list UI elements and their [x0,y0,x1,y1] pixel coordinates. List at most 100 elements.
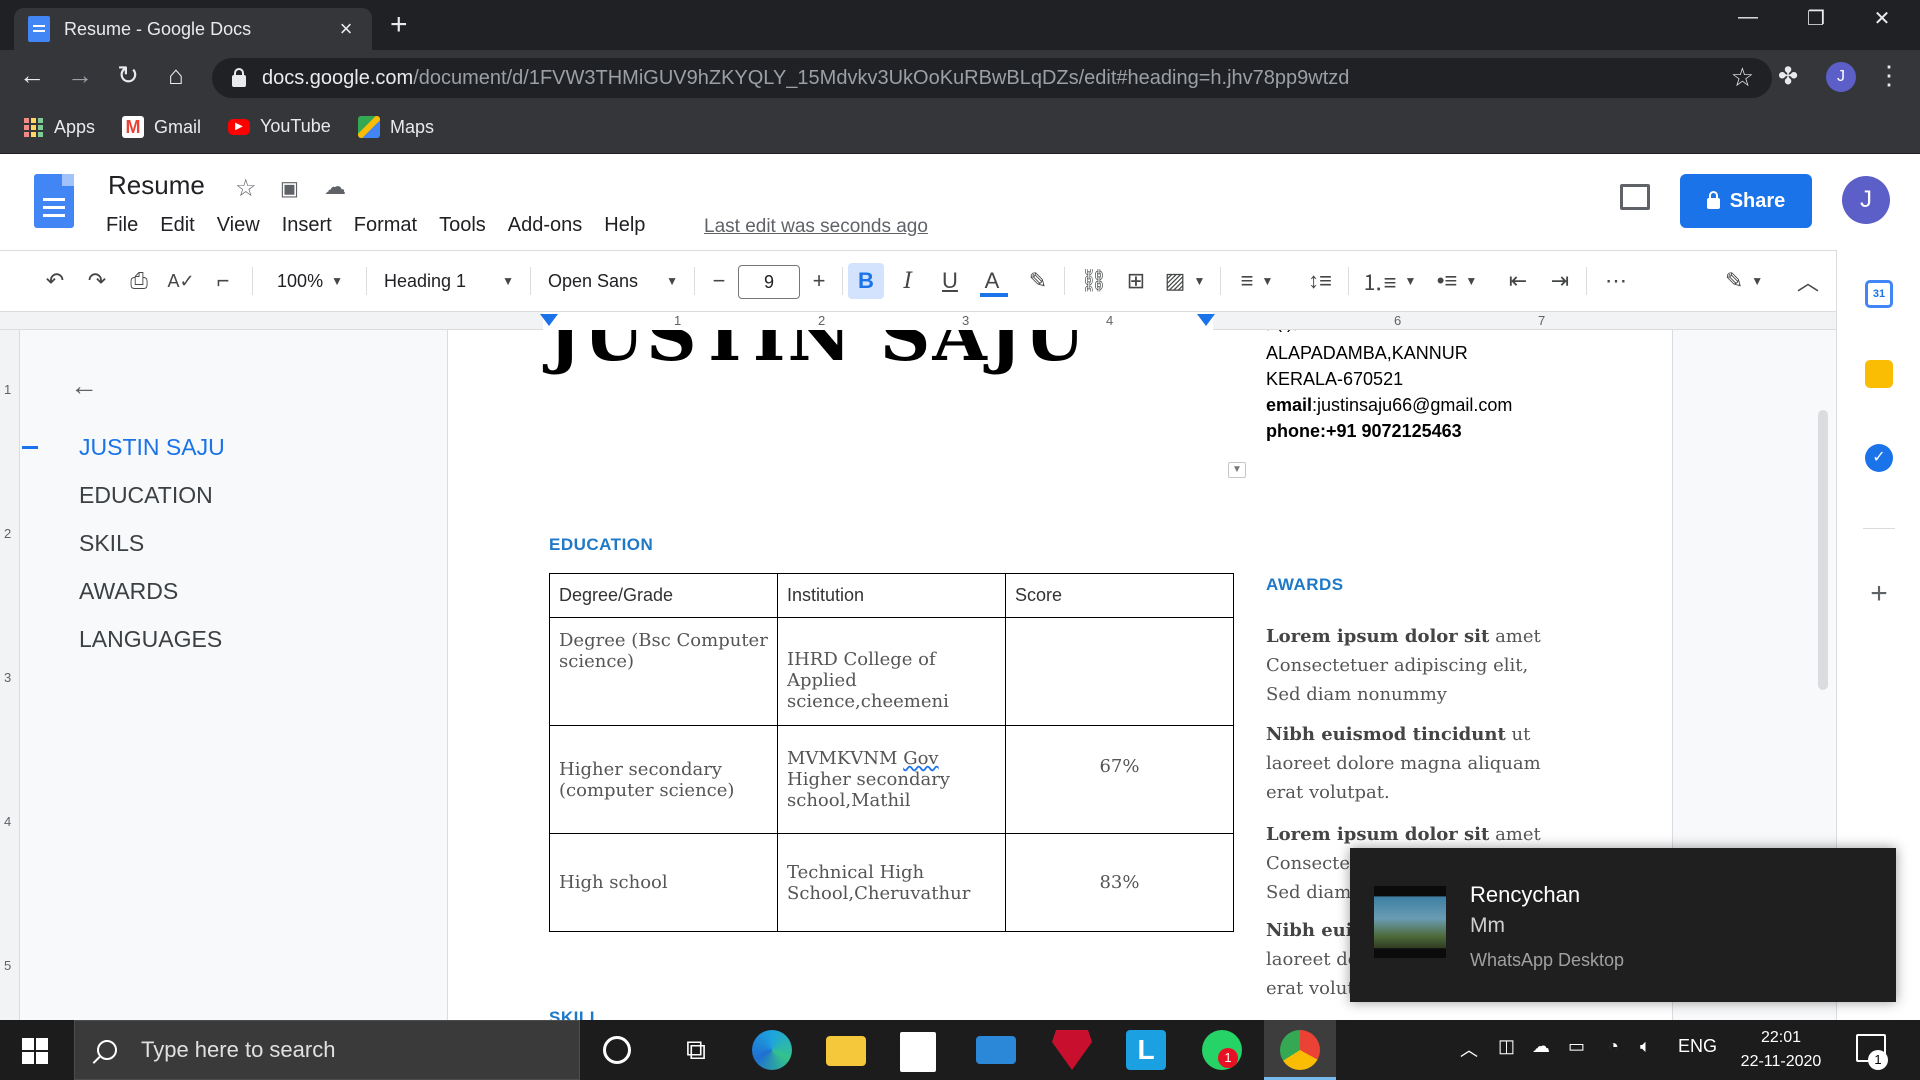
table-cell[interactable]: High school [549,833,778,932]
get-addons-plus-icon[interactable]: + [1865,579,1893,609]
redo-icon[interactable]: ↷ [80,263,114,299]
restore-button[interactable]: ❐ [1786,6,1846,31]
right-indent-marker[interactable] [1197,314,1215,326]
table-cell[interactable]: MVMKVNM Gov Higher secondary school,Math… [777,725,1006,834]
font-size-input[interactable]: 9 [738,265,800,299]
star-icon[interactable]: ☆ [235,174,257,203]
outline-item-education[interactable]: EDUCATION [79,482,213,509]
mcafee-icon[interactable] [1052,1030,1092,1070]
wifi-icon[interactable]: ◔ [1608,1036,1619,1057]
task-view-icon[interactable]: ⧉ [676,1030,716,1070]
print-icon[interactable]: ⎙ [122,263,156,299]
insert-image-icon[interactable]: ▨ ▼ [1160,263,1210,299]
close-window-button[interactable]: ✕ [1852,6,1912,31]
bookmark-youtube[interactable]: ▶ YouTube [228,116,331,137]
table-cell[interactable] [1005,617,1234,726]
docs-logo-icon[interactable] [34,174,74,228]
insert-link-icon[interactable]: ⛓ [1076,263,1112,299]
table-cell[interactable]: Technical High School,Cheruvathur [777,833,1006,932]
decrease-indent-icon[interactable]: ⇤ [1500,263,1536,299]
skills-heading-cut[interactable]: SKILL [549,1008,601,1020]
table-cell[interactable]: Higher secondary (computer science) [549,725,778,834]
paint-format-icon[interactable]: ⌐ [206,263,240,299]
document-scrollbar[interactable] [1818,410,1828,690]
table-header-cell[interactable]: Degree/Grade [549,573,778,618]
user-avatar[interactable]: J [1842,176,1890,224]
calendar-icon[interactable]: 31 [1865,280,1893,308]
cloud-saved-icon[interactable]: ☁ [324,174,346,200]
education-table[interactable]: Degree/Grade Institution Score Degree (B… [549,573,1234,932]
new-tab-button[interactable]: + [390,8,408,42]
keep-icon[interactable] [1865,360,1893,388]
lock-icon[interactable] [232,68,246,87]
chrome-profile-avatar[interactable]: J [1826,62,1856,92]
undo-icon[interactable]: ↶ [38,263,72,299]
outline-item-justin-saju[interactable]: JUSTIN SAJU [79,434,225,461]
whatsapp-notification[interactable]: Rencychan Mm WhatsApp Desktop [1350,848,1896,1002]
volume-icon[interactable]: 🔈︎ [1640,1036,1651,1057]
spellcheck-icon[interactable]: A✓ [164,263,198,299]
menu-view[interactable]: View [217,214,260,237]
language-indicator[interactable]: ENG [1678,1036,1717,1057]
education-heading[interactable]: EDUCATION [549,535,653,555]
menu-addons[interactable]: Add-ons [508,214,583,237]
table-header-cell[interactable]: Score [1005,573,1234,618]
file-explorer-icon[interactable] [826,1036,866,1066]
show-hidden-icons-chevron-icon[interactable]: ︿ [1460,1036,1478,1062]
award-paragraph[interactable]: Nibh euismod tincidunt ut laoreet dolore… [1266,720,1566,807]
heading-options-dropdown[interactable]: ▼ [1228,462,1246,478]
bookmark-maps[interactable]: Maps [358,116,434,138]
onedrive-icon[interactable]: ☁ [1532,1036,1550,1057]
edge-icon[interactable] [752,1030,792,1070]
underline-button[interactable]: U [932,263,968,299]
left-indent-marker[interactable] [540,314,558,326]
taskbar-search-box[interactable]: Type here to search [74,1020,580,1080]
menu-edit[interactable]: Edit [160,214,194,237]
back-button[interactable]: ← [14,60,50,91]
vertical-ruler[interactable]: 1 2 3 4 5 [0,330,20,1020]
chrome-menu-icon[interactable]: ⋮ [1876,60,1902,91]
outline-item-awards[interactable]: AWARDS [79,578,178,605]
zoom-select[interactable]: 100% ▼ [262,263,358,299]
forward-button[interactable]: → [62,60,98,91]
windows-start-icon[interactable] [22,1038,48,1064]
bold-button[interactable]: B [848,263,884,299]
taskbar-clock[interactable]: 22:01 22-11-2020 [1716,1026,1846,1074]
bookmark-star-icon[interactable]: ☆ [1731,62,1754,93]
reload-button[interactable]: ↻ [110,60,146,91]
browser-tab[interactable]: Resume - Google Docs × [14,8,372,50]
comment-history-icon[interactable] [1620,184,1650,210]
contact-block[interactable]: ALAPADAMBA,KANNUR KERALA-670521 email:ju… [1266,340,1512,444]
highlight-icon[interactable]: ✎ [1020,263,1056,299]
hide-menus-icon[interactable]: ︿ [1790,263,1826,299]
cortana-icon[interactable] [603,1036,631,1064]
l-app-icon[interactable]: L [1126,1030,1166,1070]
mail-icon[interactable] [976,1036,1016,1064]
menu-help[interactable]: Help [604,214,645,237]
resume-name-heading[interactable]: JUSTIN SAJU [548,330,1087,377]
numbered-list-icon[interactable]: ⒈≡ ▼ [1360,263,1418,299]
menu-format[interactable]: Format [354,214,417,237]
menu-tools[interactable]: Tools [439,214,486,237]
extensions-puzzle-icon[interactable]: ✤ [1778,62,1806,90]
bookmark-apps[interactable]: Apps [22,116,95,138]
table-header-cell[interactable]: Institution [777,573,1006,618]
font-select[interactable]: Open Sans ▼ [540,263,686,299]
close-tab-icon[interactable]: × [334,16,358,42]
chrome-icon[interactable] [1280,1030,1320,1070]
menu-insert[interactable]: Insert [282,214,332,237]
table-cell[interactable]: 67% [1005,725,1234,834]
horizontal-ruler[interactable]: 1 2 3 4 6 7 [0,312,1836,330]
increase-font-size-button[interactable]: + [804,263,834,299]
menu-file[interactable]: File [106,214,138,237]
last-edit-link[interactable]: Last edit was seconds ago [704,216,928,238]
bookmark-gmail[interactable]: M Gmail [122,116,201,138]
table-cell[interactable]: Degree (Bsc Computer science) [549,617,778,726]
url-bar[interactable]: docs.google.com /document/d/1FVW3THMiGUV… [212,58,1772,98]
tasks-icon[interactable]: ✓ [1865,444,1893,472]
close-outline-arrow-icon[interactable]: ← [70,370,98,402]
spellcheck-word[interactable]: Gov [903,748,938,769]
home-button[interactable]: ⌂ [158,60,194,91]
align-icon[interactable]: ≡ ▼ [1232,263,1282,299]
document-title[interactable]: Resume [108,170,205,201]
